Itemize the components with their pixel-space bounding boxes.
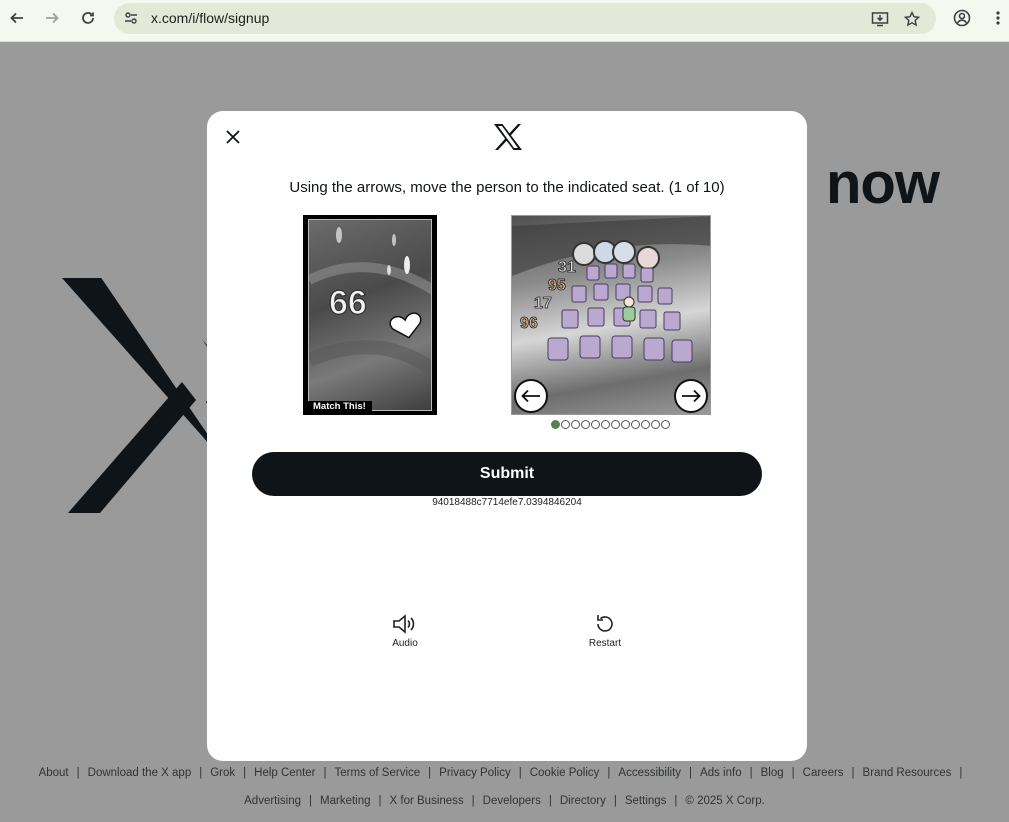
- match-this-label: Match This!: [307, 401, 372, 413]
- progress-dot: [651, 420, 660, 429]
- profile-icon[interactable]: [950, 6, 974, 30]
- progress-dot: [581, 420, 590, 429]
- puzzle-number: 96: [520, 315, 538, 332]
- footer-separator: |: [199, 767, 203, 779]
- footer-separator: |: [243, 767, 247, 779]
- footer-link[interactable]: Terms of Service: [335, 767, 421, 779]
- back-arrow-icon: [10, 12, 23, 24]
- footer-link[interactable]: X for Business: [390, 795, 464, 807]
- captcha-instruction: Using the arrows, move the person to the…: [289, 179, 725, 196]
- bookmark-star-icon[interactable]: [902, 9, 922, 29]
- browser-menu-icon[interactable]: [986, 6, 1009, 30]
- progress-dot: [601, 420, 610, 429]
- footer-link[interactable]: Help Center: [254, 767, 315, 779]
- restart-icon: [597, 615, 613, 632]
- next-arrow-button[interactable]: [674, 379, 708, 413]
- background-headline: now: [826, 151, 940, 216]
- footer-link[interactable]: Directory: [560, 795, 606, 807]
- progress-dot: [571, 420, 580, 429]
- footer-link[interactable]: About: [39, 767, 69, 779]
- target-image-content: 66: [308, 219, 432, 411]
- progress-dot: [551, 420, 560, 429]
- previous-arrow-button[interactable]: [514, 379, 548, 413]
- footer-separator: |: [428, 767, 432, 779]
- footer-link[interactable]: Advertising: [244, 795, 301, 807]
- install-app-icon[interactable]: [870, 9, 890, 29]
- footer-separator: |: [791, 767, 795, 779]
- close-button[interactable]: [223, 127, 243, 147]
- footer-link[interactable]: Cookie Policy: [530, 767, 600, 779]
- address-bar[interactable]: x.com/i/flow/signup: [114, 3, 936, 34]
- progress-dot: [631, 420, 640, 429]
- restart-button[interactable]: Restart: [575, 613, 635, 649]
- footer-separator: |: [548, 795, 552, 807]
- footer-link[interactable]: Accessibility: [618, 767, 681, 779]
- puzzle-number: 31: [558, 259, 576, 276]
- speaker-icon: [393, 614, 415, 634]
- progress-dot: [661, 420, 670, 429]
- footer-link[interactable]: Settings: [625, 795, 667, 807]
- footer-link[interactable]: © 2025 X Corp.: [685, 795, 764, 807]
- footer-link[interactable]: Marketing: [320, 795, 371, 807]
- heart-icon: [389, 312, 422, 339]
- footer-separator: |: [607, 767, 611, 779]
- progress-dot: [621, 420, 630, 429]
- footer-link[interactable]: Grok: [210, 767, 235, 779]
- forward-button[interactable]: [40, 6, 64, 30]
- footer-separator: |: [674, 795, 678, 807]
- site-settings-icon[interactable]: [122, 9, 140, 27]
- footer-separator: |: [518, 767, 522, 779]
- restart-label: Restart: [588, 638, 622, 649]
- x-logo-icon: [493, 123, 523, 156]
- footer-separator: |: [959, 767, 963, 779]
- footer-separator: |: [323, 767, 327, 779]
- progress-dots: [551, 420, 670, 429]
- progress-dot: [561, 420, 570, 429]
- session-id-text: 94018488c7714efe7.0394846204: [432, 497, 582, 508]
- footer-separator: |: [689, 767, 693, 779]
- target-seat-image: 66 Match This!: [303, 215, 437, 415]
- progress-dot: [591, 420, 600, 429]
- footer-link[interactable]: Brand Resources: [863, 767, 952, 779]
- footer-separator: |: [76, 767, 80, 779]
- puzzle-number: 95: [548, 277, 566, 294]
- forward-arrow-icon: [46, 12, 59, 24]
- footer-separator: |: [378, 795, 382, 807]
- reload-button[interactable]: [76, 6, 100, 30]
- footer-separator: |: [749, 767, 753, 779]
- audio-label: Audio: [392, 638, 418, 649]
- puzzle-number: 17: [534, 295, 552, 312]
- footer-separator: |: [471, 795, 475, 807]
- footer-separator: |: [613, 795, 617, 807]
- footer-link[interactable]: Privacy Policy: [439, 767, 511, 779]
- footer-separator: |: [851, 767, 855, 779]
- footer-link[interactable]: Careers: [803, 767, 844, 779]
- seat-puzzle-image: 31 95 17 96: [511, 215, 711, 415]
- footer-link[interactable]: Ads info: [700, 767, 742, 779]
- progress-dot: [611, 420, 620, 429]
- right-arrow-icon: [682, 389, 701, 403]
- footer-links-row-2: Advertising | Marketing | X for Business | Dev…: [0, 795, 1009, 807]
- target-number: 66: [329, 284, 367, 322]
- back-button[interactable]: [5, 6, 29, 30]
- progress-dot: [641, 420, 650, 429]
- reload-icon: [82, 12, 94, 24]
- submit-button[interactable]: Submit: [252, 452, 762, 496]
- audio-button[interactable]: Audio: [375, 613, 435, 649]
- browser-toolbar: x.com/i/flow/signup: [0, 0, 1009, 42]
- left-arrow-icon: [521, 389, 540, 403]
- url-text[interactable]: x.com/i/flow/signup: [151, 10, 269, 26]
- captcha-modal: Using the arrows, move the person to the…: [207, 111, 807, 761]
- close-icon: [226, 130, 240, 144]
- footer-links-row-1: About | Download the X app | Grok | Help Cente…: [0, 767, 1009, 779]
- footer-separator: |: [309, 795, 313, 807]
- footer-link[interactable]: Developers: [483, 795, 541, 807]
- footer-link[interactable]: Blog: [761, 767, 784, 779]
- footer-link[interactable]: Download the X app: [88, 767, 192, 779]
